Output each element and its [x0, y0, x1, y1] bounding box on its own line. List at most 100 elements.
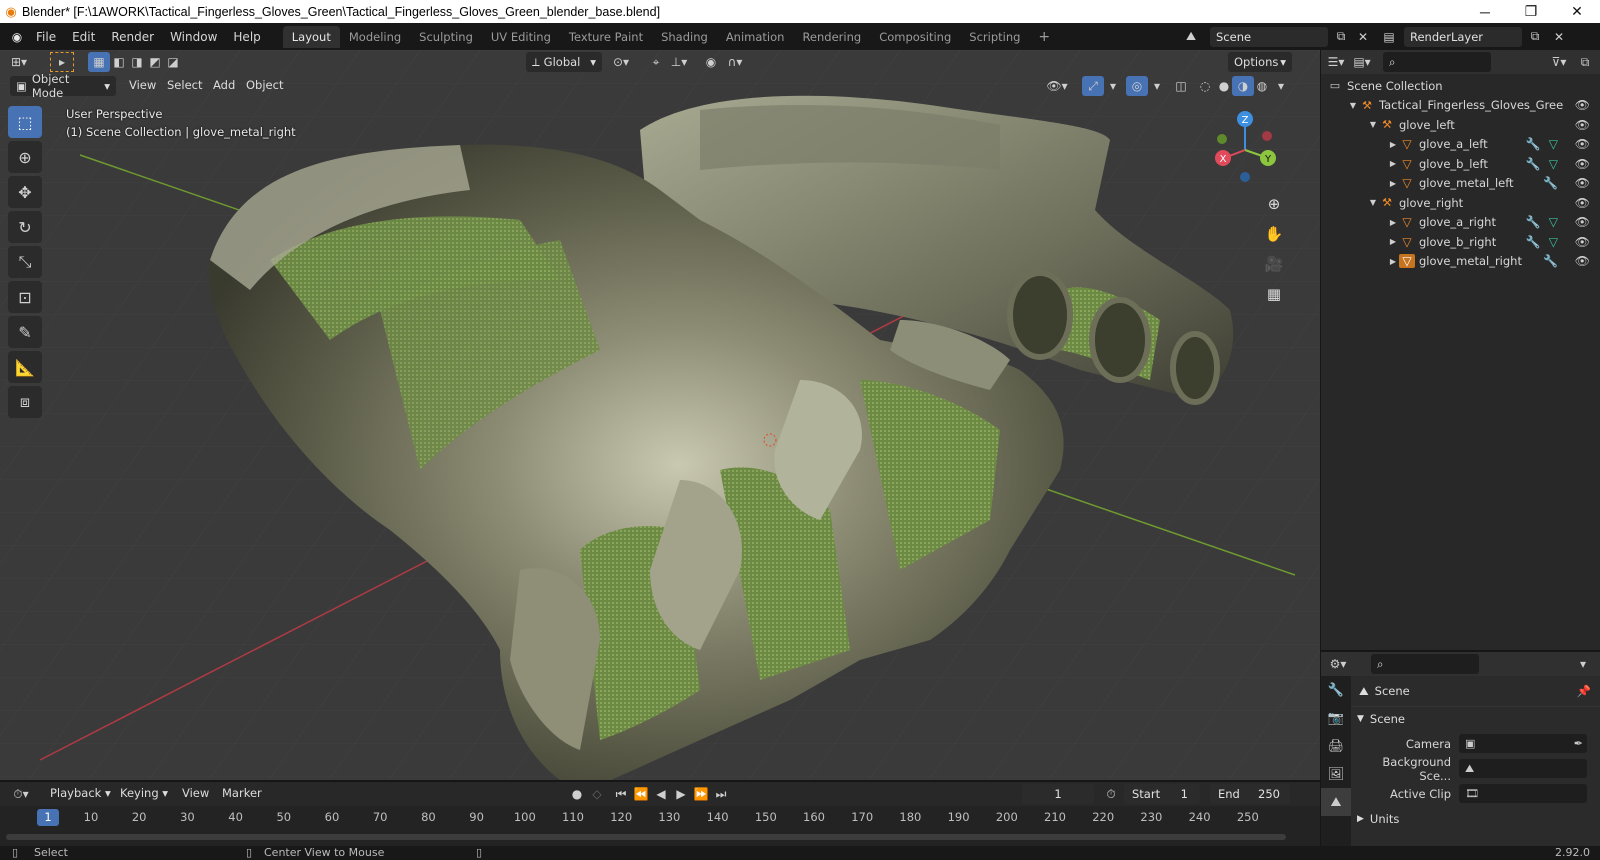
new-scene-icon[interactable]: ⧉ [1330, 27, 1352, 47]
close-button[interactable]: ✕ [1554, 3, 1600, 20]
jump-start-icon[interactable]: ⏮ [610, 784, 632, 804]
play-reverse-icon[interactable]: ◀ [650, 784, 672, 804]
outliner-collection-row[interactable]: ▼ ⚒ glove_right 👁 [1321, 193, 1600, 213]
outliner-collection-row[interactable]: ▼ ⚒ Tactical_Fingerless_Gloves_Gree 👁 [1321, 96, 1600, 116]
keyframe-type-icon[interactable]: ◇ [586, 784, 608, 804]
outliner-object-row[interactable]: ▶ ▽ glove_metal_left 🔧 👁 [1321, 174, 1600, 194]
new-view-layer-icon[interactable]: ⧉ [1524, 27, 1546, 47]
tab-scripting[interactable]: Scripting [960, 26, 1029, 48]
editor-type-icon[interactable]: ⊞▾ [8, 52, 30, 72]
expand-arrow-right-icon[interactable]: ▶ [1387, 218, 1399, 227]
units-panel-header[interactable]: ▶ Units [1351, 806, 1600, 831]
outliner-editor-type-icon[interactable]: ☰▾ [1325, 52, 1347, 72]
mesh-data-icon[interactable]: ▽ [1549, 215, 1558, 229]
transform-tool-icon[interactable]: ⊡ [8, 281, 42, 313]
tab-layout[interactable]: Layout [282, 25, 340, 48]
modifier-wrench-icon[interactable]: 🔧 [1526, 137, 1541, 151]
background-scene-field[interactable]: ⛰ [1459, 759, 1587, 778]
play-icon[interactable]: ▶ [670, 784, 692, 804]
add-cube-tool-icon[interactable]: ⧈ [8, 386, 42, 418]
visibility-eye-icon[interactable]: 👁 [1575, 157, 1590, 171]
scale-tool-icon[interactable]: ⤡ [8, 246, 42, 278]
menu-render[interactable]: Render [103, 30, 162, 44]
scene-tab-icon[interactable]: ⛰ [1321, 788, 1351, 816]
menu-help[interactable]: Help [225, 30, 268, 44]
measure-tool-icon[interactable]: 📐 [8, 351, 42, 383]
tab-sculpting[interactable]: Sculpting [410, 26, 482, 48]
select-mode-intersect-icon[interactable]: ◪ [162, 52, 184, 72]
annotate-tool-icon[interactable]: ✎ [8, 316, 42, 348]
timeline-menu-keying[interactable]: Keying ▾ [120, 786, 168, 800]
timeline-scrollbar[interactable] [0, 828, 1320, 846]
tab-shading[interactable]: Shading [652, 26, 717, 48]
visibility-eye-icon[interactable]: 👁 [1575, 118, 1590, 132]
mesh-data-icon[interactable]: ▽ [1549, 157, 1558, 171]
active-clip-field[interactable]: 🎞 [1459, 784, 1587, 803]
camera-view-icon[interactable]: 🎥 [1260, 250, 1288, 278]
outliner-object-row[interactable]: ▶ ▽ glove_metal_right 🔧 👁 [1321, 252, 1600, 272]
outliner-object-row[interactable]: ▶ ▽ glove_a_left 🔧 ▽ 👁 [1321, 135, 1600, 155]
viewport-scene[interactable]: Z Y X [0, 50, 1320, 780]
current-frame-input[interactable]: 1 [1022, 784, 1094, 804]
zoom-icon[interactable]: ⊕ [1260, 190, 1288, 218]
jump-end-icon[interactable]: ⏭ [710, 784, 732, 804]
expand-arrow-right-icon[interactable]: ▶ [1387, 179, 1399, 188]
gizmo-toggle-icon[interactable]: ⤢ [1082, 76, 1104, 96]
scene-field[interactable]: Scene [1210, 26, 1328, 47]
3d-viewport[interactable]: Z Y X ⊞▾ ▸ ▦ ◧ ◨ ◩ ◪ ⟂ Global ▾ ⊙▾ ⌖ ⊥▾ … [0, 50, 1320, 780]
properties-search-input[interactable]: ⌕ [1371, 654, 1479, 674]
overlays-dropdown-icon[interactable]: ▾ [1146, 76, 1168, 96]
visibility-eye-icon[interactable]: 👁 [1575, 98, 1590, 112]
expand-arrow-down-icon[interactable]: ▼ [1367, 120, 1379, 129]
properties-editor-type-icon[interactable]: ⚙▾ [1327, 654, 1349, 674]
tool-tab-icon[interactable]: 🔧 [1321, 676, 1351, 704]
viewport-menu-object[interactable]: Object [246, 78, 283, 92]
overlays-toggle-icon[interactable]: ◎ [1126, 76, 1148, 96]
proportional-falloff-icon[interactable]: ∩▾ [724, 52, 746, 72]
expand-arrow-right-icon[interactable]: ▶ [1387, 257, 1399, 266]
expand-arrow-down-icon[interactable]: ▼ [1367, 198, 1379, 207]
render-tab-icon[interactable]: 📷 [1321, 704, 1351, 732]
pan-hand-icon[interactable]: ✋ [1260, 220, 1288, 248]
filter-icon[interactable]: ⊽▾ [1548, 52, 1570, 72]
prev-keyframe-icon[interactable]: ⏪ [630, 784, 652, 804]
outliner-object-row[interactable]: ▶ ▽ glove_b_right 🔧 ▽ 👁 [1321, 232, 1600, 252]
visibility-eye-icon[interactable]: 👁 [1575, 137, 1590, 151]
view-layer-field[interactable]: RenderLayer [1404, 26, 1522, 47]
visibility-eye-icon[interactable]: 👁 [1575, 176, 1590, 190]
outliner-object-row[interactable]: ▶ ▽ glove_a_right 🔧 ▽ 👁 [1321, 213, 1600, 233]
pivot-point-icon[interactable]: ⊙▾ [610, 52, 632, 72]
xray-toggle-icon[interactable]: ◫ [1170, 76, 1192, 96]
outliner-collection-row[interactable]: ▼ ⚒ glove_left 👁 [1321, 115, 1600, 135]
viewport-menu-view[interactable]: View [129, 78, 156, 92]
options-dropdown[interactable]: Options ▾ [1228, 52, 1292, 72]
output-tab-icon[interactable]: 🖨 [1321, 732, 1351, 760]
tab-modeling[interactable]: Modeling [340, 26, 410, 48]
remove-view-layer-icon[interactable]: ✕ [1548, 27, 1570, 47]
eyedropper-icon[interactable]: ✒ [1574, 737, 1583, 750]
blender-menu-icon[interactable]: ◉ [6, 27, 28, 47]
visibility-eye-icon[interactable]: 👁 [1575, 196, 1590, 210]
mode-dropdown[interactable]: ▣ Object Mode ▾ [10, 72, 116, 100]
modifier-wrench-icon[interactable]: 🔧 [1526, 235, 1541, 249]
add-workspace-button[interactable]: + [1029, 26, 1059, 48]
maximize-button[interactable]: ❐ [1508, 3, 1554, 20]
select-box-tool-icon[interactable]: ⬚ [8, 106, 42, 138]
end-frame-input[interactable]: End 250 [1210, 784, 1290, 804]
move-tool-icon[interactable]: ✥ [8, 176, 42, 208]
menu-edit[interactable]: Edit [64, 30, 103, 44]
tab-texture-paint[interactable]: Texture Paint [560, 26, 652, 48]
modifier-wrench-icon[interactable]: 🔧 [1543, 254, 1558, 268]
expand-arrow-right-icon[interactable]: ▶ [1387, 159, 1399, 168]
tab-uv-editing[interactable]: UV Editing [482, 26, 560, 48]
snap-icon[interactable]: ⌖ [645, 52, 667, 72]
remove-scene-icon[interactable]: ✕ [1352, 27, 1374, 47]
mesh-data-icon[interactable]: ▽ [1549, 137, 1558, 151]
view-layer-tab-icon[interactable]: 🖼 [1321, 760, 1351, 788]
tab-compositing[interactable]: Compositing [870, 26, 960, 48]
view-layer-browse-icon[interactable]: ▤ [1378, 27, 1400, 47]
scrollbar-thumb[interactable] [6, 834, 1286, 840]
rotate-tool-icon[interactable]: ↻ [8, 211, 42, 243]
new-collection-icon[interactable]: ⧉ [1574, 52, 1596, 72]
timeline-menu-view[interactable]: View [182, 786, 209, 800]
